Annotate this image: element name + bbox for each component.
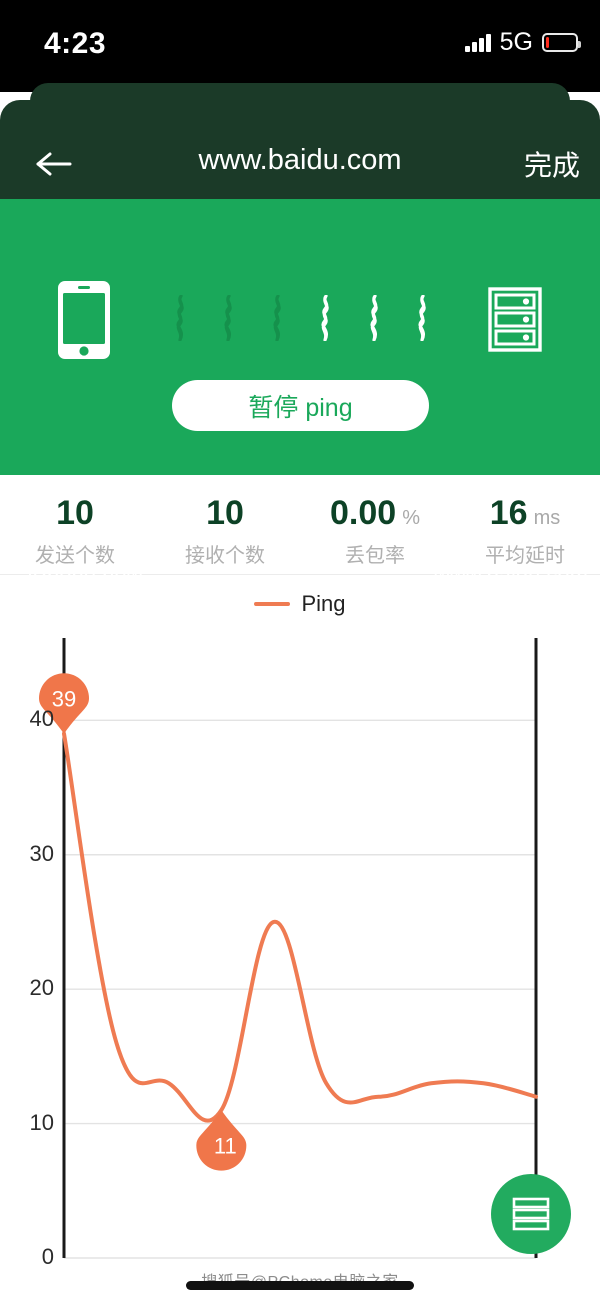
stat-cell: 10 接收个数 (150, 476, 300, 572)
packet-wave-icon (418, 295, 426, 341)
packet-wave-icon (370, 295, 378, 341)
battery-low-icon (542, 33, 581, 52)
status-bar-clock: 4:23 (44, 27, 107, 60)
marker-value-label: 39 (52, 686, 76, 711)
packet-wave-icon (273, 295, 281, 341)
stat-value: 16 ms (489, 494, 561, 532)
legend-label-ping: Ping (301, 591, 346, 616)
done-button[interactable]: 完成 (524, 144, 580, 184)
signal-bars-icon (465, 33, 491, 52)
stat-label: 丢包率 (345, 545, 405, 567)
stat-unit: % (402, 507, 420, 529)
stats-row: 10 发送个数 10 接收个数 0.00% 丢包率 16 ms 平均延时 (0, 476, 600, 572)
stat-cell: 0.00% 丢包率 (300, 476, 450, 572)
server-label: www.baidu.com (433, 563, 588, 588)
packet-wave-icon (224, 295, 233, 341)
packet-wave-icon (321, 295, 329, 341)
stat-value: 10 (56, 494, 94, 532)
y-axis-tick-label: 10 (29, 1109, 54, 1135)
stat-value: 10 (206, 494, 244, 532)
page-title: www.baidu.com (198, 144, 402, 176)
stat-label: 接收个数 (185, 545, 265, 567)
ping-series-line (62, 731, 538, 1123)
home-indicator-bar[interactable] (186, 1281, 414, 1290)
smartphone-icon (58, 281, 110, 359)
status-bar: 4:23 5G (0, 0, 600, 92)
pause-ping-button[interactable]: 暂停 ping (172, 380, 429, 431)
y-axis-tick-label: 40 (29, 706, 54, 732)
chart-legend: Ping (0, 588, 600, 620)
stat-cell: 16 ms 平均延时 (450, 476, 600, 572)
packet-flow-indicator (172, 290, 432, 346)
status-bar-indicators: 5G (465, 28, 581, 57)
network-type-label: 5G (499, 28, 533, 56)
server-rack-icon (488, 287, 542, 352)
legend-color-swatch (254, 602, 291, 606)
stat-unit: ms (533, 507, 561, 529)
phone-screen: 4:23 5G www.baidu.com 完成 iPhone new www.… (0, 0, 600, 1299)
device-label: iPhone new (27, 563, 143, 588)
marker-value-label: 11 (214, 1134, 237, 1159)
packet-wave-icon (176, 295, 184, 341)
y-axis-tick-label: 20 (29, 975, 54, 1001)
y-axis-tick-label: 0 (41, 1244, 54, 1269)
y-axis-tick-label: 30 (29, 840, 54, 866)
stat-cell: 10 发送个数 (0, 476, 150, 572)
stat-value: 0.00% (330, 494, 420, 532)
nav-bar: www.baidu.com 完成 (0, 100, 600, 199)
list-lines-icon (512, 1197, 550, 1231)
log-list-button[interactable] (491, 1174, 571, 1254)
